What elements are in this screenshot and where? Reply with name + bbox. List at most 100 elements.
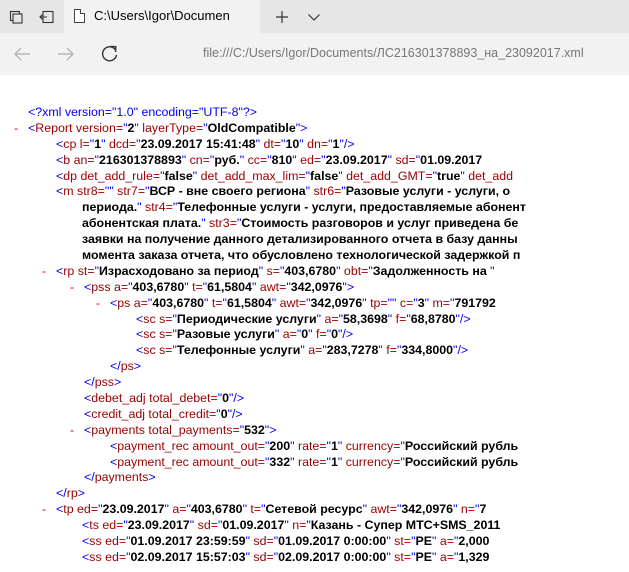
xml-attribute-name: st=: [390, 549, 412, 564]
tab-bar: C:\Users\Igor\Documen: [0, 0, 629, 33]
xml-attribute-value: заявки на получение данного детализирова…: [82, 232, 518, 247]
xml-attribute-name: s=: [263, 263, 280, 278]
xml-tag-name: tp: [63, 502, 74, 517]
back-button[interactable]: [4, 33, 40, 75]
xml-attribute-value: Стоимость разговоров и услуг приведена б…: [241, 216, 519, 231]
xml-attribute-value: 61,5804: [207, 279, 252, 294]
new-tab-icon[interactable]: [268, 0, 296, 33]
tab-active[interactable]: C:\Users\Igor\Documen: [64, 0, 260, 33]
collapse-toggle[interactable]: -: [42, 264, 46, 280]
xml-attribute-name: s=: [155, 327, 173, 342]
xml-attribute-name: ed=: [101, 549, 127, 564]
xml-attribute-name: n=: [457, 502, 476, 517]
xml-punctuation: </: [84, 375, 95, 390]
xml-attribute-name: l=: [76, 136, 90, 151]
xml-attribute-name: ed=: [73, 502, 99, 517]
xml-tag-name: ts: [89, 518, 99, 533]
xml-declaration: <?xml version="1.0" encoding="UTF-8"?>: [28, 105, 258, 119]
xml-attribute-value: 1: [330, 438, 338, 453]
xml-attribute-name: det_add: [464, 168, 514, 183]
xml-attribute-value: 3: [417, 295, 425, 310]
refresh-button[interactable]: [92, 33, 128, 75]
xml-attribute-name: amount_out=: [188, 438, 266, 453]
xml-attribute-value: 61,5804: [226, 295, 272, 310]
xml-punctuation: "/>: [455, 311, 471, 326]
xml-attribute-value: 68,8780: [410, 311, 456, 326]
xml-punctuation: ": [490, 263, 495, 278]
xml-attribute-name: currency=: [342, 454, 401, 469]
xml-attribute-value: OldCompatible: [207, 120, 296, 135]
xml-attribute-name: t=: [188, 279, 203, 294]
chevron-down-icon[interactable]: [300, 0, 328, 33]
collapse-toggle[interactable]: -: [70, 280, 74, 296]
xml-tag-name: ps: [117, 295, 131, 310]
xml-punctuation: >: [148, 470, 156, 485]
xml-attribute-name: a=: [321, 311, 339, 326]
xml-punctuation: "/>: [453, 343, 469, 358]
xml-tag-name: sc: [143, 311, 156, 326]
xml-attribute-name: str3=: [205, 216, 237, 231]
xml-punctuation: >: [113, 375, 122, 390]
xml-attribute-value: 1,329: [458, 549, 490, 564]
xml-attribute-name: sd=: [249, 549, 274, 564]
tab-back-icon[interactable]: [34, 0, 58, 33]
collapse-toggle[interactable]: -: [42, 502, 46, 518]
xml-tag-name: pss: [91, 279, 111, 294]
xml-attribute-name: cn=: [186, 152, 210, 167]
xml-attribute-name: awt=: [367, 502, 397, 517]
xml-attribute-value: 01.09.2017 23:59:59: [130, 534, 246, 549]
address-input[interactable]: file:///C:/Users/Igor/Documents/ЛС216301…: [203, 46, 584, 60]
xml-attribute-name: m=: [429, 295, 451, 310]
xml-attribute-name: sd=: [392, 152, 416, 167]
collapse-toggle[interactable]: -: [14, 121, 18, 137]
collapse-toggle[interactable]: -: [96, 296, 100, 312]
xml-attribute-name: str4=: [141, 200, 173, 215]
collapse-toggle[interactable]: -: [70, 423, 74, 439]
xml-attribute-value: 283,7278: [326, 343, 379, 358]
xml-attribute-name: awt=: [256, 279, 287, 294]
xml-attribute-value: 02.09.2017 15:57:03: [130, 549, 246, 564]
xml-attribute-name: cc=: [244, 152, 268, 167]
xml-tag-name: dp: [63, 168, 78, 183]
xml-attribute-name: str6=: [310, 184, 342, 199]
xml-attribute-value: 2,000: [458, 534, 490, 549]
xml-attribute-value: 342,0976: [401, 502, 454, 517]
xml-attribute-value: 0: [331, 327, 339, 342]
xml-attribute-name: a=: [279, 327, 297, 342]
xml-attribute-value: периода.: [82, 200, 138, 215]
xml-attribute-value: 23.09.2017 15:41:48: [140, 136, 256, 151]
xml-attribute-name: det_add_rule=: [77, 168, 161, 183]
xml-attribute-value: 58,3698: [343, 311, 388, 326]
tab-actions-icon[interactable]: [4, 0, 28, 33]
xml-attribute-value: 403,6780: [132, 279, 185, 294]
xml-attribute-name: amount_out=: [188, 454, 266, 469]
xml-attribute-value: 10: [285, 136, 300, 151]
xml-attribute-value: PE: [415, 534, 432, 549]
xml-attribute-value: 23.09.2017: [325, 152, 388, 167]
xml-attribute-value: Разовые услуги: [176, 327, 275, 342]
xml-attribute-name: det_add_GMT=: [342, 168, 433, 183]
xml-tag-name: sc: [143, 327, 156, 342]
xml-attribute-name: t=: [208, 295, 223, 310]
xml-punctuation: </: [56, 486, 67, 501]
xml-attribute-name: f=: [312, 327, 327, 342]
xml-tag-name: credit_adj: [91, 406, 145, 421]
xml-attribute-value: 0: [220, 406, 228, 421]
xml-attribute-value: Российский рубль: [404, 454, 519, 469]
xml-tag-name: payments: [94, 470, 149, 485]
xml-attribute-name: t=: [246, 502, 262, 517]
xml-attribute-value: 1: [330, 454, 338, 469]
document-icon: [74, 9, 85, 23]
xml-punctuation: ">: [295, 120, 308, 135]
xml-punctuation: "/>: [338, 327, 354, 342]
xml-attribute-name: f=: [382, 343, 397, 358]
xml-tag-name: ps: [120, 359, 134, 374]
xml-tag-name: m: [63, 184, 74, 199]
xml-attribute-value: 334,8000: [401, 343, 454, 358]
xml-attribute-name: a=: [436, 549, 454, 564]
xml-attribute-value: 23.09.2017: [127, 518, 190, 533]
forward-button[interactable]: [48, 33, 84, 75]
xml-tag-name: payment_rec: [117, 454, 189, 469]
xml-attribute-name: version=: [72, 120, 124, 135]
xml-attribute-value: false: [164, 168, 193, 183]
